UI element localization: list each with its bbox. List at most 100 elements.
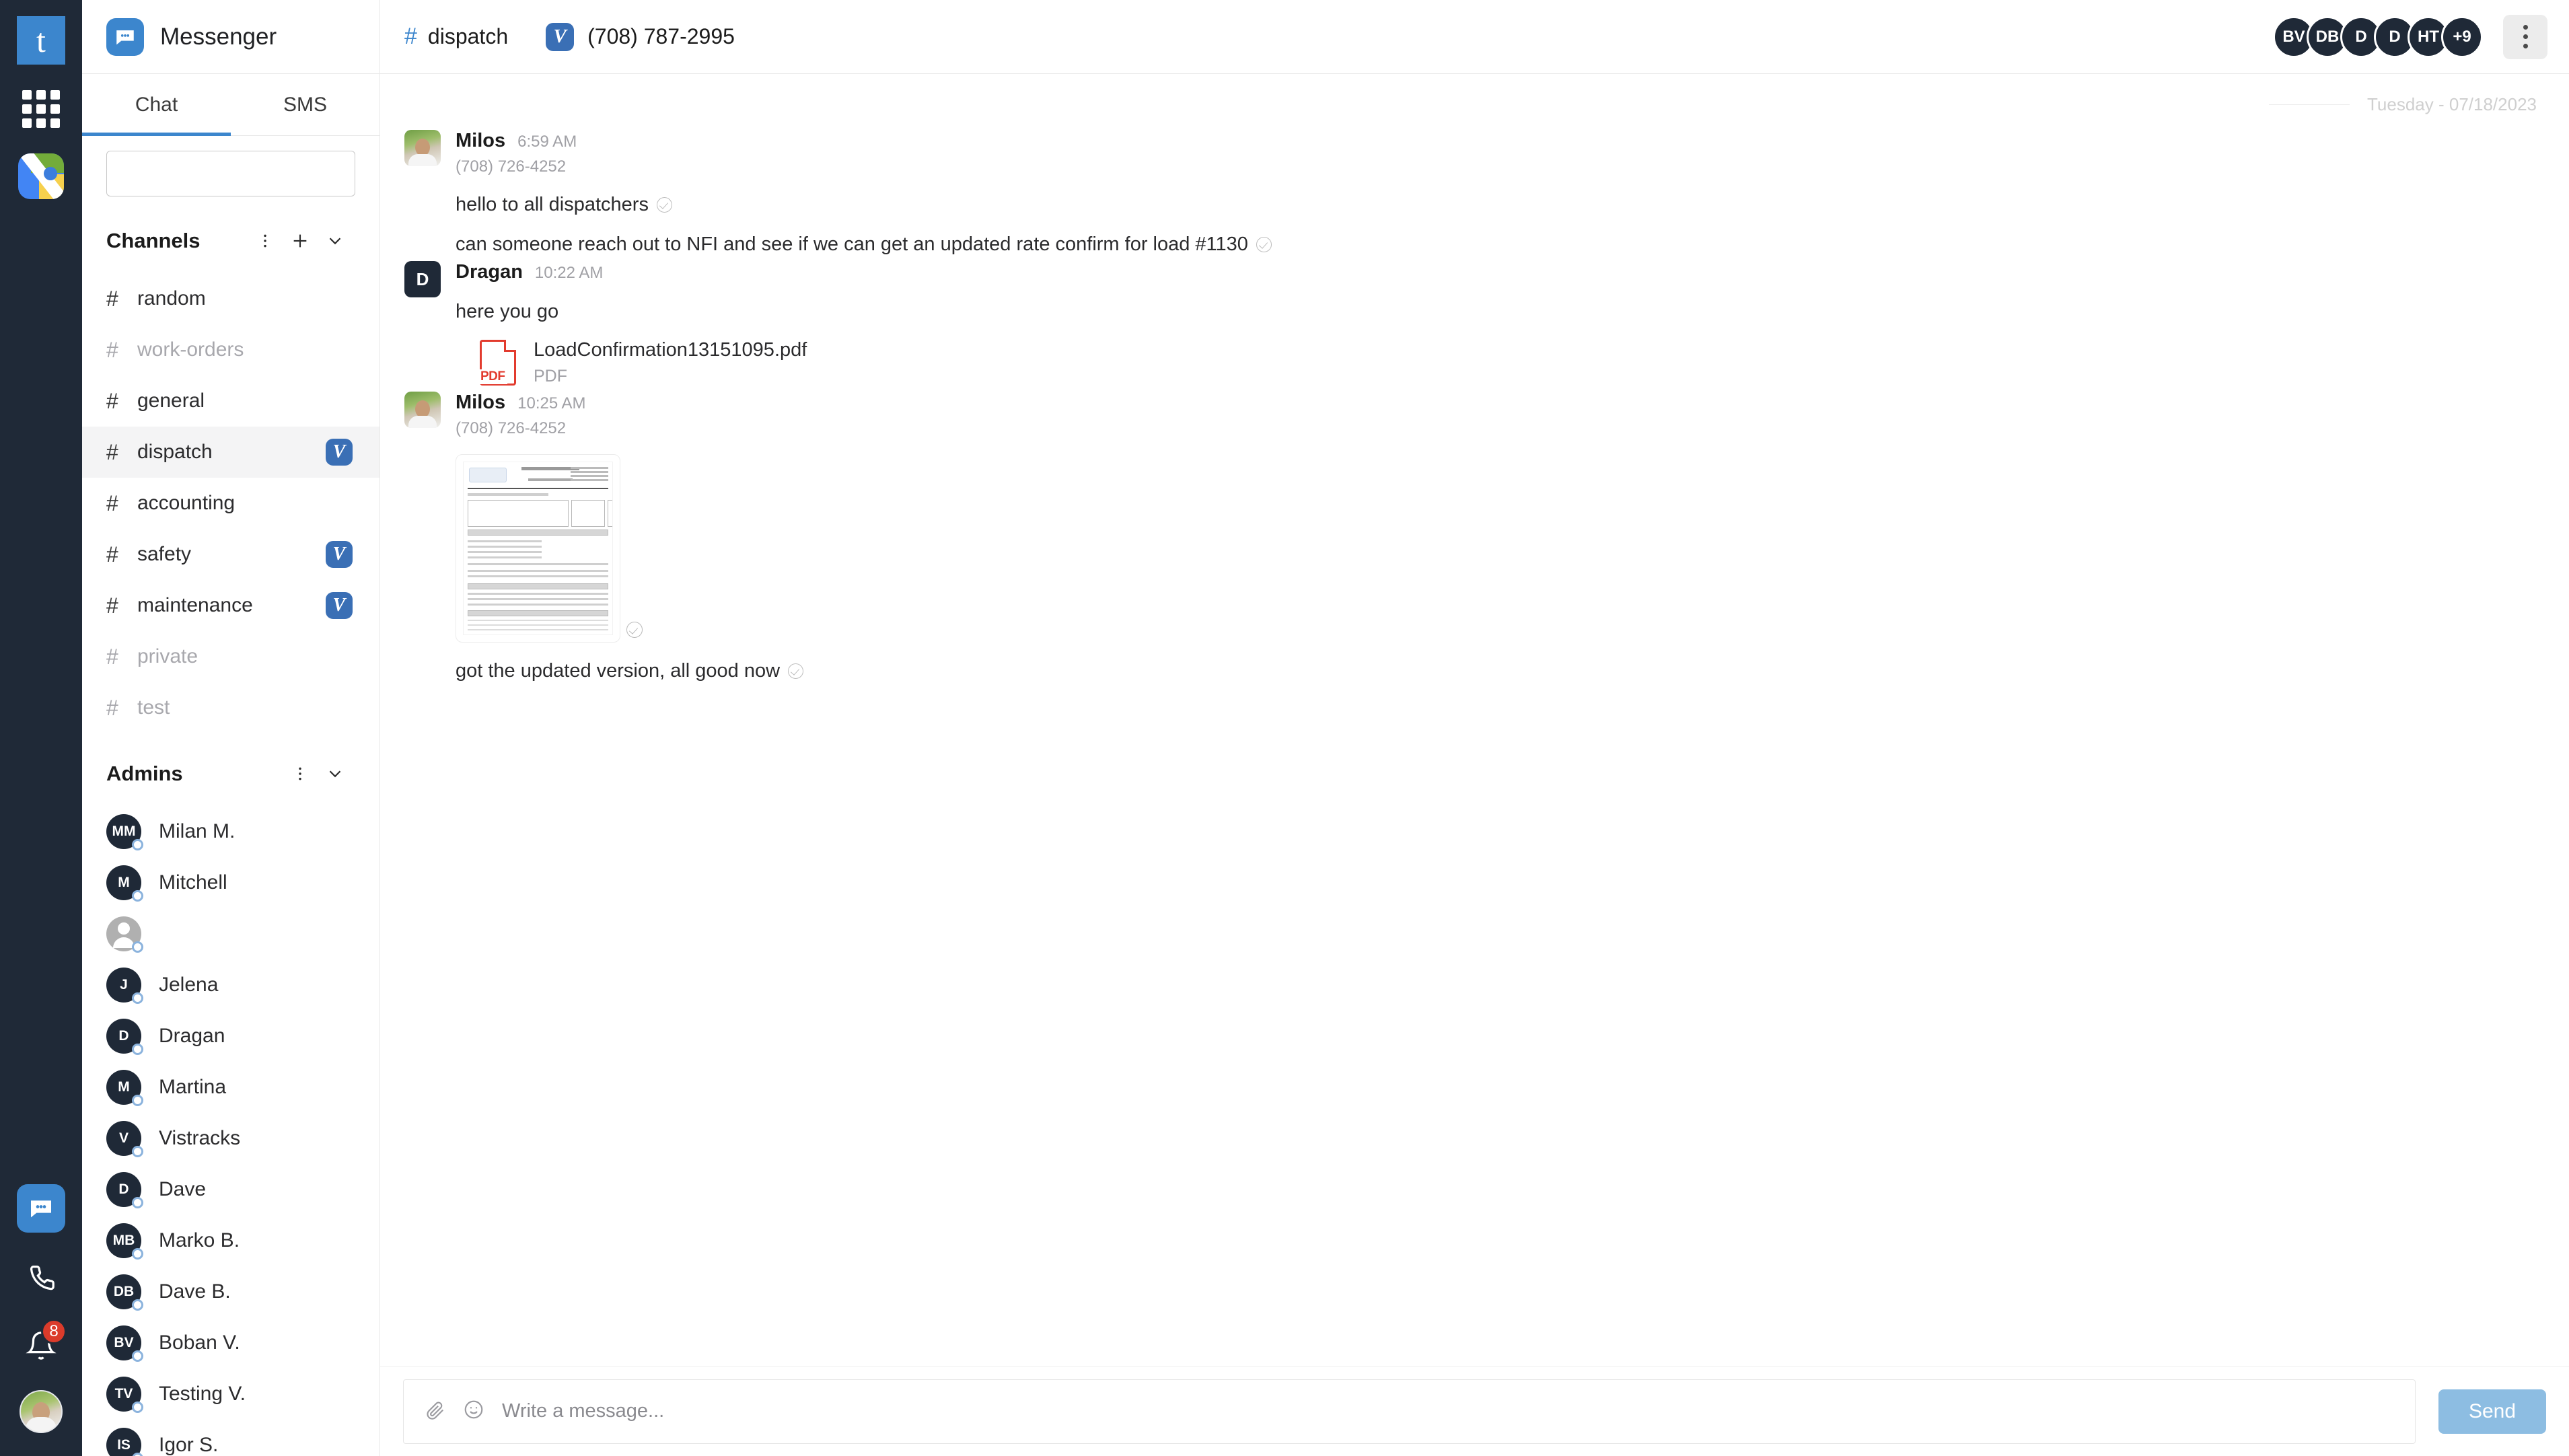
kebab-dot [2523,25,2528,30]
sidebar-admin-item[interactable]: DB Dave B. [82,1266,379,1317]
conversation-more-button[interactable] [2503,14,2547,59]
image-attachment[interactable] [456,454,643,643]
sidebar-admin-item[interactable]: D Dragan [82,1011,379,1062]
admin-name: Boban V. [159,1332,240,1354]
channel-hash-icon: # [106,542,118,567]
message-text: here you go [456,301,2545,323]
message-avatar: D [404,261,441,297]
channel-label: work-orders [137,338,244,361]
file-type: PDF [534,367,567,386]
message-phone: (708) 726-4252 [456,419,567,437]
sidebar-channel-private[interactable]: # private [82,631,379,682]
channel-label: maintenance [137,594,253,616]
sidebar-channel-random[interactable]: # random [82,273,379,324]
sidebar-channel-general[interactable]: # general [82,375,379,427]
avatar-body [26,1417,57,1432]
message-text-content: got the updated version, all good now [456,660,781,682]
vistracks-badge-icon: V [326,541,353,568]
channel-hash-icon: # [106,695,118,720]
sidebar-admin-item[interactable]: M Mitchell [82,857,379,908]
participant-avatars[interactable]: BV DB D D HT +9 [2273,15,2483,58]
grid-dot [50,90,60,100]
doc-row [468,624,608,626]
messages-container: Milos 6:59 AM (708) 726-4252 hello to all d… [404,130,2545,682]
sidebar-admin-item[interactable] [82,908,379,959]
search-container [82,136,379,206]
message-block: D Dragan 10:22 AM here you go PDF LoadConfirm… [404,261,2545,386]
sidebar-channel-dispatch[interactable]: # dispatch V [82,427,379,478]
sidebar-admin-item[interactable]: IS Igor S. [82,1420,379,1456]
avatar: D [106,1172,143,1208]
rail-phone-button[interactable] [17,1253,65,1301]
channel-label: safety [137,543,192,565]
doc-row [468,551,542,553]
message-block: Milos 10:25 AM (708) 726-4252 got the updat… [404,392,2545,682]
file-name[interactable]: LoadConfirmation13151095.pdf [534,339,807,361]
sidebar-admin-item[interactable]: J Jelena [82,959,379,1011]
tab-chat[interactable]: Chat [82,74,231,136]
current-user-avatar[interactable] [20,1390,63,1433]
sidebar-channel-test[interactable]: # test [82,682,379,733]
grid-dot [36,118,46,128]
message-body: Milos 10:25 AM (708) 726-4252 got the updat… [441,392,2545,682]
message-text: can someone reach out to NFI and see if … [456,233,2545,256]
divider-line [2269,104,2350,105]
channel-hash-icon: # [106,490,118,515]
doc-row [468,593,608,595]
doc-row [468,556,542,558]
grid-apps-icon[interactable] [22,90,60,128]
collapse-channels-icon[interactable] [318,223,353,258]
kebab-glyph [264,234,266,248]
channels-more-icon[interactable] [248,223,283,258]
brand-logo-icon[interactable]: t [17,16,65,65]
rail-notifications-button[interactable]: 8 [17,1319,67,1370]
sidebar-channel-accounting[interactable]: # accounting [82,478,379,529]
message-avatar [404,130,441,166]
sidebar-admin-item[interactable]: M Martina [82,1062,379,1113]
message-body: Dragan 10:22 AM here you go PDF LoadConfirma… [441,261,2545,386]
search-box[interactable] [106,151,374,196]
doc-row [468,563,608,565]
channel-label: test [137,696,170,719]
participant-avatar[interactable]: +9 [2441,15,2483,58]
send-button[interactable]: Send [2438,1389,2546,1434]
sidebar-channel-work-orders[interactable]: # work-orders [82,324,379,375]
composer-box[interactable] [403,1379,2416,1444]
sidebar-admin-item[interactable]: BV Boban V. [82,1317,379,1369]
status-badge [132,1350,143,1362]
sidebar-channel-maintenance[interactable]: # maintenance V [82,580,379,631]
sidebar-admin-item[interactable]: MB Marko B. [82,1215,379,1266]
message-phone: (708) 726-4252 [456,157,567,176]
message-timestamp: 10:22 AM [534,264,604,282]
paperclip-icon[interactable] [425,1399,445,1423]
message-body: Milos 6:59 AM (708) 726-4252 hello to all d… [441,130,2545,256]
message-timestamp: 10:25 AM [517,394,586,412]
generic-avatar-head [118,922,130,935]
admin-name: Igor S. [159,1434,219,1456]
doc-subtitle-line [528,478,573,481]
avatar: M [106,1070,143,1106]
admins-more-icon[interactable] [283,756,318,791]
message-avatar [404,392,441,428]
admins-group-label: Admins [106,762,183,785]
tab-sms[interactable]: SMS [231,74,379,135]
sidebar-scroll[interactable]: Channels # random # work-orders # genera… [82,206,379,1456]
file-attachment[interactable]: PDF LoadConfirmation13151095.pdf PDF [478,339,2545,386]
emoji-icon[interactable] [463,1399,484,1424]
collapse-admins-icon[interactable] [318,756,353,791]
message-block: Milos 6:59 AM (708) 726-4252 hello to all d… [404,130,2545,256]
rail-messages-button[interactable] [17,1184,65,1233]
channel-hash-icon: # [106,286,118,311]
sidebar-admin-item[interactable]: TV Testing V. [82,1369,379,1420]
sidebar-admin-item[interactable]: MM Milan M. [82,806,379,857]
search-input[interactable] [131,163,374,184]
maps-icon[interactable] [18,153,64,199]
status-badge [132,1453,143,1456]
message-list[interactable]: Tuesday - 07/18/2023 Milos 6:59 AM (708) 7… [380,74,2569,1366]
add-channel-icon[interactable] [283,223,318,258]
message-input[interactable] [502,1400,2415,1422]
sidebar-channel-safety[interactable]: # safety V [82,529,379,580]
sidebar-admin-item[interactable]: V Vistracks [82,1113,379,1164]
sidebar-admin-item[interactable]: D Dave [82,1164,379,1215]
grid-dot [50,118,60,128]
